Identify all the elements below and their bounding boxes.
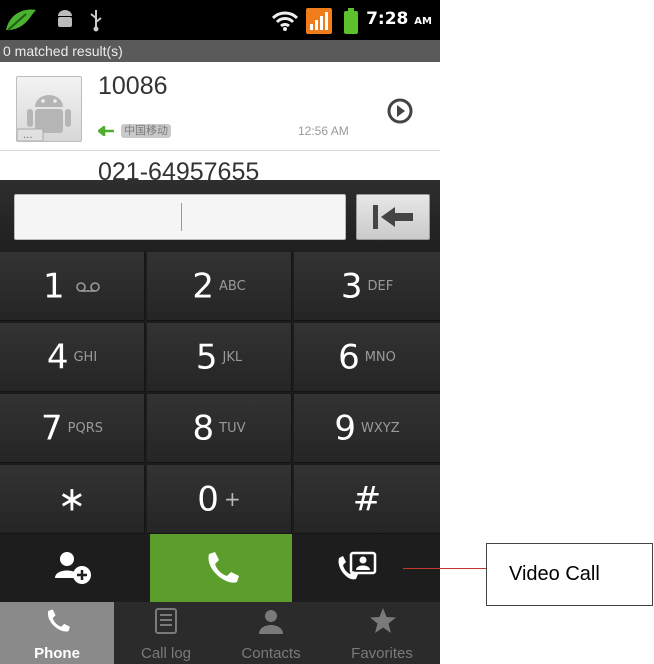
key-2[interactable]: 2 ABC [147,252,292,321]
voicemail-icon [76,281,100,292]
key-hash[interactable]: # [294,465,440,534]
call-time: 12:56 AM [298,124,349,138]
dialer-action-row [0,534,440,602]
key-4[interactable]: 4 GHI [0,323,145,392]
text-cursor [181,203,182,231]
backspace-icon [373,205,413,229]
key-0[interactable]: 0 + [147,465,292,534]
star-icon [370,608,396,633]
result-number[interactable]: 021-64957655 [98,158,259,182]
key-digit: 5 [195,337,218,378]
key-digit: # [352,479,382,520]
key-9[interactable]: 9 WXYZ [294,394,440,463]
key-digit: 6 [338,337,360,378]
call-button[interactable] [150,534,292,602]
tab-call-log[interactable]: Call log [114,602,218,664]
video-call-callout: Video Call [486,543,653,606]
add-contact-icon [55,552,91,584]
results-list: ... 10086 中国移动 12:56 AM 021-64957655 [0,62,440,182]
tab-label: Phone [34,645,80,662]
key-letters: JKL [222,350,243,366]
tab-favorites[interactable]: Favorites [324,602,440,664]
callout-line [403,568,487,569]
usb-icon [90,10,102,32]
key-digit: 7 [41,408,63,449]
key-digit: ∗ [57,479,87,520]
key-5[interactable]: 5 JKL [147,323,292,392]
call-info: 中国移动 [96,122,172,138]
key-letters: DEF [367,279,394,295]
tab-contacts[interactable]: Contacts [218,602,324,664]
leaf-icon [6,9,36,31]
backspace-button[interactable] [356,194,430,240]
key-star[interactable]: ∗ [0,465,145,534]
status-time-value: 7:28 [366,9,409,29]
key-1[interactable]: 1 [0,252,145,321]
dialer-panel: 1 2 ABC 3 DEF 4 GHI 5 JKL 6 MNO 7 PQRS 8 TUV 9W… [0,180,440,664]
contact-avatar[interactable]: ... [16,76,82,142]
key-letters: + [223,487,241,512]
dial-input-row [0,180,440,252]
incoming-arrow-icon [96,124,114,138]
phone-screen: 7:28 AM 0 matched result(s) ... 10086 中国… [0,0,440,664]
matched-results-bar: 0 matched result(s) [0,40,440,62]
key-8[interactable]: 8 TUV [147,394,292,463]
key-letters: PQRS [67,421,103,437]
key-digit: 1 [42,266,65,307]
digits-field[interactable] [14,194,346,240]
android-icon [58,10,72,27]
phone-icon [47,609,70,632]
video-call-icon [338,551,377,580]
add-contact-button[interactable] [0,534,146,602]
play-icon[interactable] [387,98,413,124]
key-digit: 0 [197,479,219,520]
key-6[interactable]: 6 MNO [294,323,440,392]
tab-label: Contacts [241,645,301,662]
status-time-ampm: AM [414,16,432,27]
key-letters: ABC [218,279,246,295]
tab-label: Call log [140,645,192,662]
key-letters: WXYZ [361,421,400,437]
tab-bar: Phone Call log Contacts Favorites [0,602,440,664]
wifi-icon [272,11,298,31]
key-letters: TUV [219,421,246,437]
phone-icon [208,552,239,583]
carrier-tag: 中国移动 [121,124,172,138]
status-bar: 7:28 AM [0,0,440,40]
contacts-icon [259,610,283,634]
key-digit: 8 [192,408,215,449]
list-item[interactable]: ... 10086 中国移动 12:56 AM [0,62,440,151]
svg-text:...: ... [23,130,33,141]
key-digit: 9 [334,408,357,449]
result-number: 10086 [98,72,168,100]
tab-phone[interactable]: Phone [0,602,114,664]
key-digit: 3 [340,266,363,307]
key-letters: GHI [73,350,98,366]
key-letters: MNO [364,350,396,366]
keypad: 1 2 ABC 3 DEF 4 GHI 5 JKL 6 MNO 7 PQRS 8 TUV 9W… [0,252,440,534]
key-7[interactable]: 7 PQRS [0,394,145,463]
key-3[interactable]: 3 DEF [294,252,440,321]
android-avatar-icon: ... [16,95,71,142]
signal-icon [306,8,332,34]
tab-label: Favorites [351,645,413,662]
key-digit: 2 [192,266,214,307]
battery-icon [344,8,358,34]
call-log-icon [155,608,177,634]
status-time: 7:28 AM [366,9,432,29]
key-digit: 4 [46,337,69,378]
